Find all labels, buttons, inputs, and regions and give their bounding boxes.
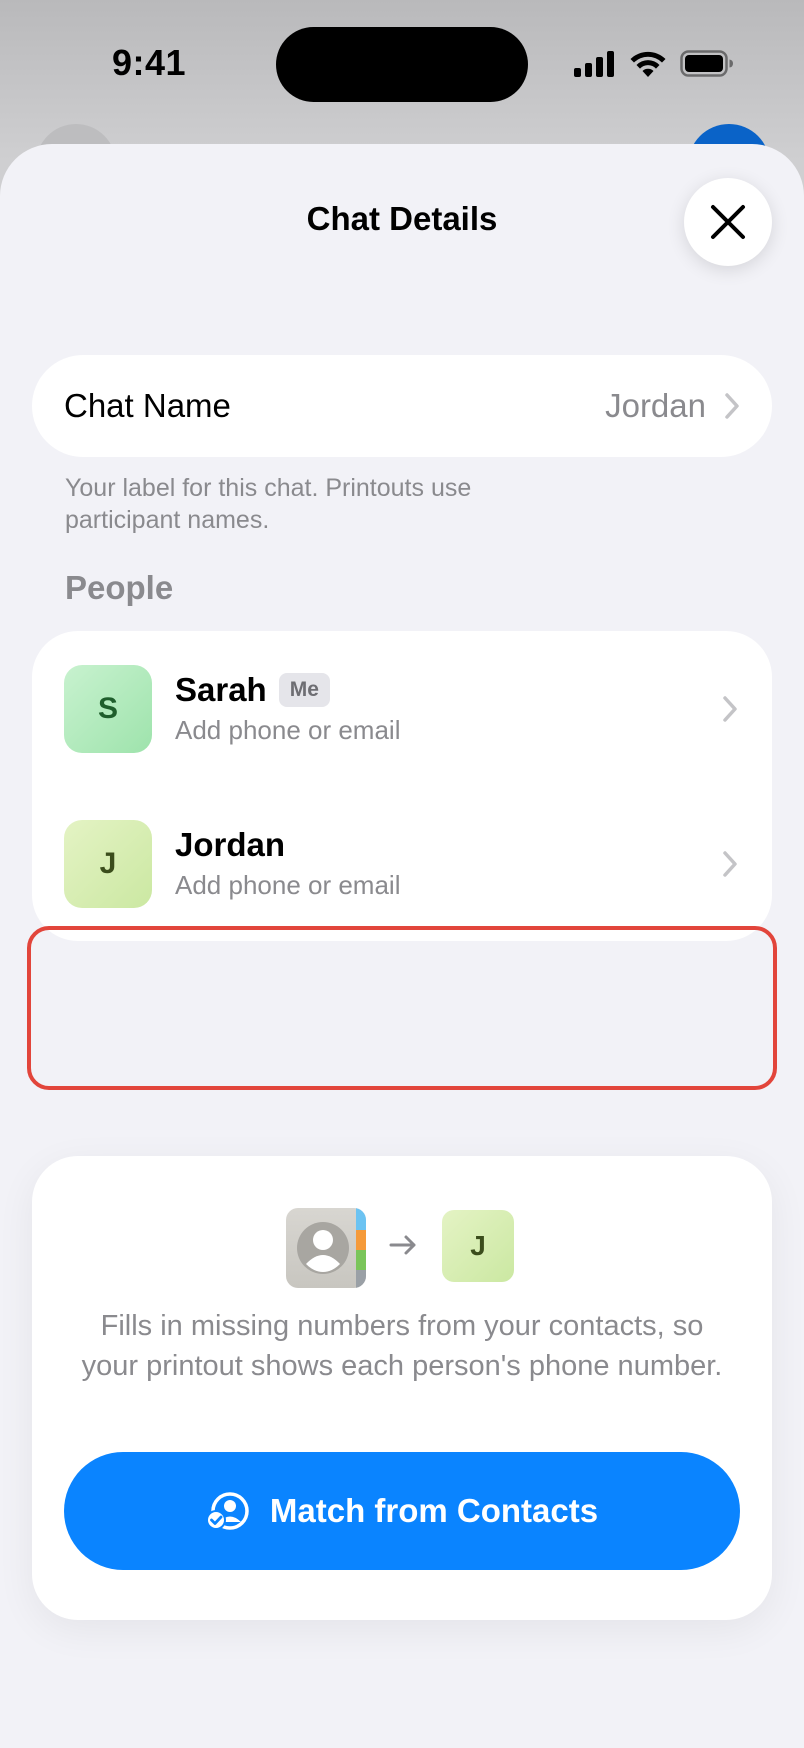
chat-name-row[interactable]: Chat Name Jordan [32, 355, 772, 457]
arrow-right-icon [389, 1235, 416, 1255]
chat-name-value: Jordan [605, 387, 706, 424]
status-time: 9:41 [112, 42, 187, 83]
xmark-icon [711, 205, 745, 239]
person-name: Jordan [175, 826, 286, 863]
selection-highlight [27, 926, 777, 1090]
match-description: Fills in missing numbers from your conta… [81, 1310, 723, 1382]
person-row-sarah[interactable]: S Sarah Me Add phone or email [32, 631, 772, 786]
chevron-right-icon [725, 393, 739, 419]
person-name-line: Jordan [175, 826, 772, 864]
cellular-signal-icon [574, 50, 614, 77]
contacts-app-icon [286, 1208, 366, 1288]
me-badge: Me [278, 673, 330, 707]
person-name: Sarah [175, 671, 267, 708]
person-text: Sarah Me Add phone or email [175, 671, 772, 746]
match-button-label: Match from Contacts [269, 1492, 599, 1529]
avatar: J [64, 819, 152, 908]
person-text: Jordan Add phone or email [175, 826, 772, 901]
person-row-jordan[interactable]: J Jordan Add phone or email [32, 786, 772, 941]
chat-details-sheet: Chat Details Chat Name Jordan Your label… [0, 144, 804, 1748]
close-button[interactable] [684, 178, 772, 266]
match-contacts-card: J Fills in missing numbers from your con… [32, 1156, 772, 1620]
screen: 9:41 Chat Details Chat Name Jordan Your … [0, 0, 804, 1748]
match-illustration: J [286, 1208, 516, 1288]
person-name-line: Sarah Me [175, 671, 772, 709]
people-section-header: People [65, 569, 174, 606]
chat-name-label: Chat Name [64, 387, 231, 424]
dynamic-island [276, 27, 528, 102]
person-checkmark-icon [205, 1492, 249, 1530]
chevron-right-icon [723, 850, 737, 877]
match-from-contacts-button[interactable]: Match from Contacts [64, 1452, 740, 1570]
person-subtitle: Add phone or email [175, 870, 401, 900]
target-avatar: J [442, 1210, 514, 1282]
avatar: S [64, 664, 152, 753]
person-subtitle: Add phone or email [175, 715, 401, 745]
chat-name-footnote: Your label for this chat. Printouts use … [65, 474, 472, 534]
wifi-icon [630, 51, 666, 77]
chevron-right-icon [723, 695, 737, 722]
status-icons [574, 50, 734, 77]
people-list: S Sarah Me Add phone or email J Jordan A… [32, 631, 772, 941]
battery-icon [680, 50, 733, 77]
